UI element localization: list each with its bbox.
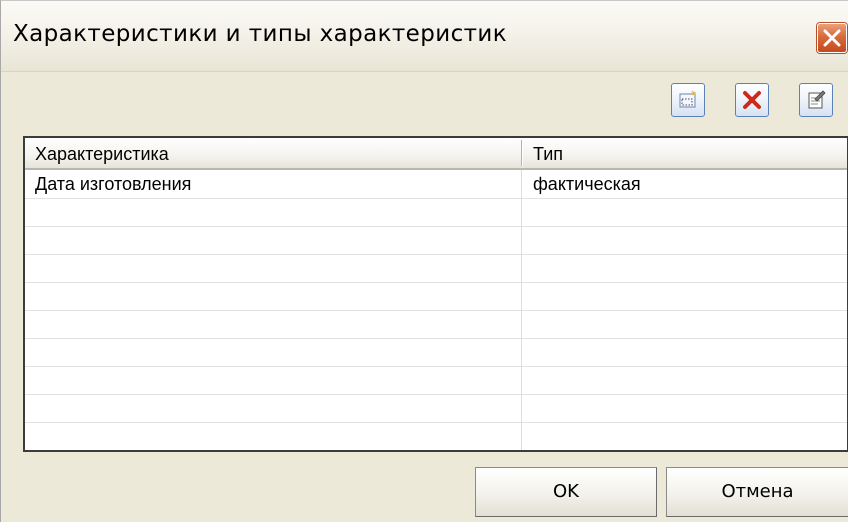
properties-icon [808,90,826,109]
ok-button[interactable]: OK [475,467,657,517]
delete-button[interactable] [735,83,769,117]
table-row[interactable]: Дата изготовления фактическая [25,170,847,199]
dialog-window: Характеристики и типы характеристик Хара… [0,0,848,522]
close-button[interactable] [817,23,847,53]
new-item-button[interactable] [671,83,705,117]
cell-type: фактическая [533,174,641,194]
column-header-type[interactable]: Тип [533,144,563,165]
close-icon [823,29,841,47]
delete-icon [743,91,761,109]
table-row[interactable] [25,366,847,395]
table-row[interactable] [25,422,847,450]
table-row[interactable] [25,198,847,227]
table-row[interactable] [25,282,847,311]
new-item-icon [679,90,696,108]
table-row[interactable] [25,254,847,283]
column-divider-body [521,170,522,450]
table-row[interactable] [25,226,847,255]
title-bar[interactable]: Характеристики и типы характеристик [1,1,848,72]
characteristics-table[interactable]: Характеристика Тип Дата изготовления фак… [23,136,848,452]
window-title: Характеристики и типы характеристик [13,21,508,47]
column-header-characteristic[interactable]: Характеристика [35,144,169,165]
cancel-button[interactable]: Отмена [666,467,848,517]
table-row[interactable] [25,394,847,423]
table-row[interactable] [25,338,847,367]
cell-characteristic: Дата изготовления [35,174,192,194]
properties-button[interactable] [799,83,833,117]
column-divider-highlight [522,140,523,166]
table-row[interactable] [25,310,847,339]
table-header: Характеристика Тип [25,138,847,170]
